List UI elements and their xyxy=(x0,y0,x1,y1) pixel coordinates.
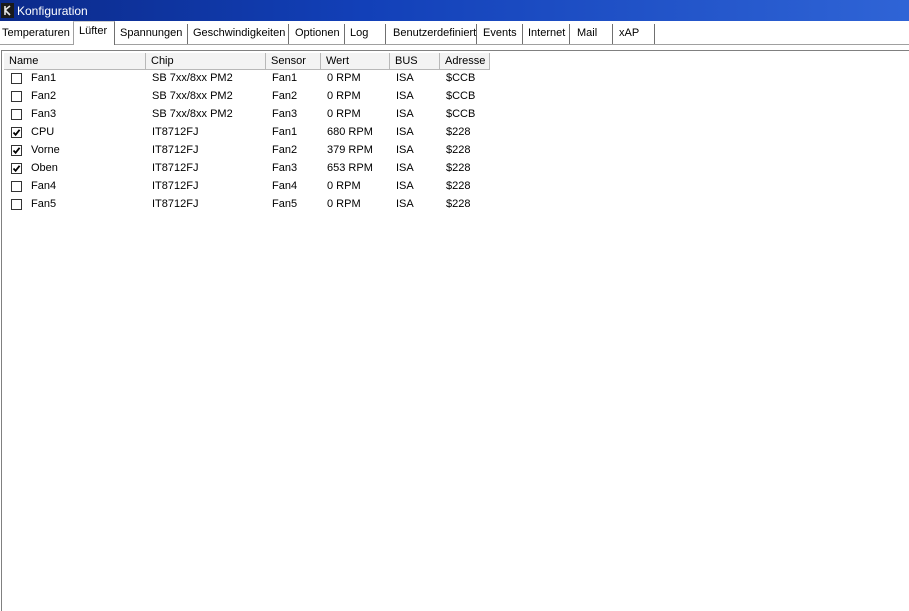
cell-name: Oben xyxy=(4,159,146,177)
table-row[interactable]: CPU IT8712FJ Fan1 680 RPM ISA $228 xyxy=(4,123,490,141)
row-checkbox[interactable] xyxy=(11,108,22,120)
fan-name-label: Fan3 xyxy=(31,108,57,120)
cell-name: Fan3 xyxy=(4,105,146,123)
window-title: Konfiguration xyxy=(17,3,88,18)
tab-mail[interactable]: Mail xyxy=(575,24,613,44)
cell-adresse: $CCB xyxy=(446,90,476,102)
cell-adresse: $228 xyxy=(446,198,471,210)
cell-adresse: $228 xyxy=(446,180,471,192)
column-header-sensor[interactable]: Sensor xyxy=(266,53,321,70)
cell-wert: 0 RPM xyxy=(327,198,361,210)
checkmark-icon xyxy=(12,146,21,154)
column-header-name[interactable]: Name xyxy=(4,53,146,70)
cell-sensor: Fan3 xyxy=(272,108,298,120)
table-row[interactable]: Fan1 SB 7xx/8xx PM2 Fan1 0 RPM ISA $CCB xyxy=(4,69,490,87)
cell-sensor: Fan4 xyxy=(272,180,298,192)
fan-name-label: Fan4 xyxy=(31,180,57,192)
tab-internet[interactable]: Internet xyxy=(526,24,570,44)
table-row[interactable]: Fan3 SB 7xx/8xx PM2 Fan3 0 RPM ISA $CCB xyxy=(4,105,490,123)
checkmark-icon xyxy=(12,128,21,136)
tab-events[interactable]: Events xyxy=(481,24,523,44)
tab-xap[interactable]: xAP xyxy=(617,24,655,44)
list-header: Name Chip Sensor Wert BUS Adresse xyxy=(4,53,490,70)
table-row[interactable]: Fan2 SB 7xx/8xx PM2 Fan2 0 RPM ISA $CCB xyxy=(4,87,490,105)
cell-wert: 0 RPM xyxy=(327,180,361,192)
cell-bus: ISA xyxy=(396,162,414,174)
cell-adresse: $228 xyxy=(446,126,471,138)
cell-wert: 0 RPM xyxy=(327,108,361,120)
cell-adresse: $CCB xyxy=(446,72,476,84)
cell-bus: ISA xyxy=(396,126,414,138)
tab-temperaturen[interactable]: Temperaturen xyxy=(0,24,74,44)
cell-bus: ISA xyxy=(396,90,414,102)
checkmark-icon xyxy=(12,164,21,172)
fan-name-label: Vorne xyxy=(31,144,60,156)
tab-luefter[interactable]: Lüfter xyxy=(73,21,115,45)
tab-geschwindigkeiten[interactable]: Geschwindigkeiten xyxy=(191,24,289,44)
tab-optionen[interactable]: Optionen xyxy=(293,24,345,44)
cell-name: CPU xyxy=(4,123,146,141)
tab-spannungen[interactable]: Spannungen xyxy=(118,24,188,44)
cell-name: Fan4 xyxy=(4,177,146,195)
table-row[interactable]: Fan4 IT8712FJ Fan4 0 RPM ISA $228 xyxy=(4,177,490,195)
row-checkbox[interactable] xyxy=(11,180,22,192)
row-checkbox[interactable] xyxy=(11,198,22,210)
cell-bus: ISA xyxy=(396,108,414,120)
config-window: Konfiguration Temperaturen Lüfter Spannu… xyxy=(0,0,909,611)
cell-chip: IT8712FJ xyxy=(152,198,199,210)
row-checkbox[interactable] xyxy=(11,90,22,102)
fan-name-label: Fan1 xyxy=(31,72,57,84)
cell-chip: SB 7xx/8xx PM2 xyxy=(152,72,233,84)
cell-wert: 0 RPM xyxy=(327,90,361,102)
row-checkbox[interactable] xyxy=(11,126,22,138)
row-checkbox[interactable] xyxy=(11,162,22,174)
column-header-bus[interactable]: BUS xyxy=(390,53,440,70)
column-header-adresse[interactable]: Adresse xyxy=(440,53,490,70)
row-checkbox[interactable] xyxy=(11,144,22,156)
column-header-chip[interactable]: Chip xyxy=(146,53,266,70)
cell-chip: IT8712FJ xyxy=(152,144,199,156)
cell-chip: IT8712FJ xyxy=(152,180,199,192)
cell-wert: 0 RPM xyxy=(327,72,361,84)
fan-name-label: Oben xyxy=(31,162,58,174)
cell-name: Fan2 xyxy=(4,87,146,105)
cell-bus: ISA xyxy=(396,72,414,84)
cell-chip: SB 7xx/8xx PM2 xyxy=(152,90,233,102)
tab-benutzerdefiniert[interactable]: Benutzerdefiniert xyxy=(391,24,477,44)
fan-name-label: Fan5 xyxy=(31,198,57,210)
app-icon[interactable] xyxy=(1,3,14,18)
table-row[interactable]: Fan5 IT8712FJ Fan5 0 RPM ISA $228 xyxy=(4,195,490,213)
row-checkbox[interactable] xyxy=(11,72,22,84)
cell-sensor: Fan1 xyxy=(272,126,298,138)
cell-adresse: $228 xyxy=(446,144,471,156)
cell-chip: IT8712FJ xyxy=(152,126,199,138)
cell-bus: ISA xyxy=(396,180,414,192)
cell-sensor: Fan2 xyxy=(272,90,298,102)
cell-wert: 653 RPM xyxy=(327,162,373,174)
cell-wert: 680 RPM xyxy=(327,126,373,138)
fan-name-label: CPU xyxy=(31,126,55,138)
cell-sensor: Fan1 xyxy=(272,72,298,84)
cell-bus: ISA xyxy=(396,198,414,210)
cell-name: Fan5 xyxy=(4,195,146,213)
cell-sensor: Fan2 xyxy=(272,144,298,156)
cell-adresse: $CCB xyxy=(446,108,476,120)
table-row[interactable]: Vorne IT8712FJ Fan2 379 RPM ISA $228 xyxy=(4,141,490,159)
cell-adresse: $228 xyxy=(446,162,471,174)
table-row[interactable]: Oben IT8712FJ Fan3 653 RPM ISA $228 xyxy=(4,159,490,177)
cell-sensor: Fan5 xyxy=(272,198,298,210)
cell-wert: 379 RPM xyxy=(327,144,373,156)
cell-name: Vorne xyxy=(4,141,146,159)
fan-list-panel: Name Chip Sensor Wert BUS Adresse Fan1 SB… xyxy=(1,50,909,611)
cell-bus: ISA xyxy=(396,144,414,156)
cell-sensor: Fan3 xyxy=(272,162,298,174)
title-bar[interactable]: Konfiguration xyxy=(0,0,909,21)
fan-name-label: Fan2 xyxy=(31,90,57,102)
cell-chip: SB 7xx/8xx PM2 xyxy=(152,108,233,120)
tab-strip: Temperaturen Lüfter Spannungen Geschwind… xyxy=(0,21,909,45)
cell-chip: IT8712FJ xyxy=(152,162,199,174)
cell-name: Fan1 xyxy=(4,69,146,87)
column-header-wert[interactable]: Wert xyxy=(321,53,390,70)
tab-log[interactable]: Log xyxy=(348,24,386,44)
